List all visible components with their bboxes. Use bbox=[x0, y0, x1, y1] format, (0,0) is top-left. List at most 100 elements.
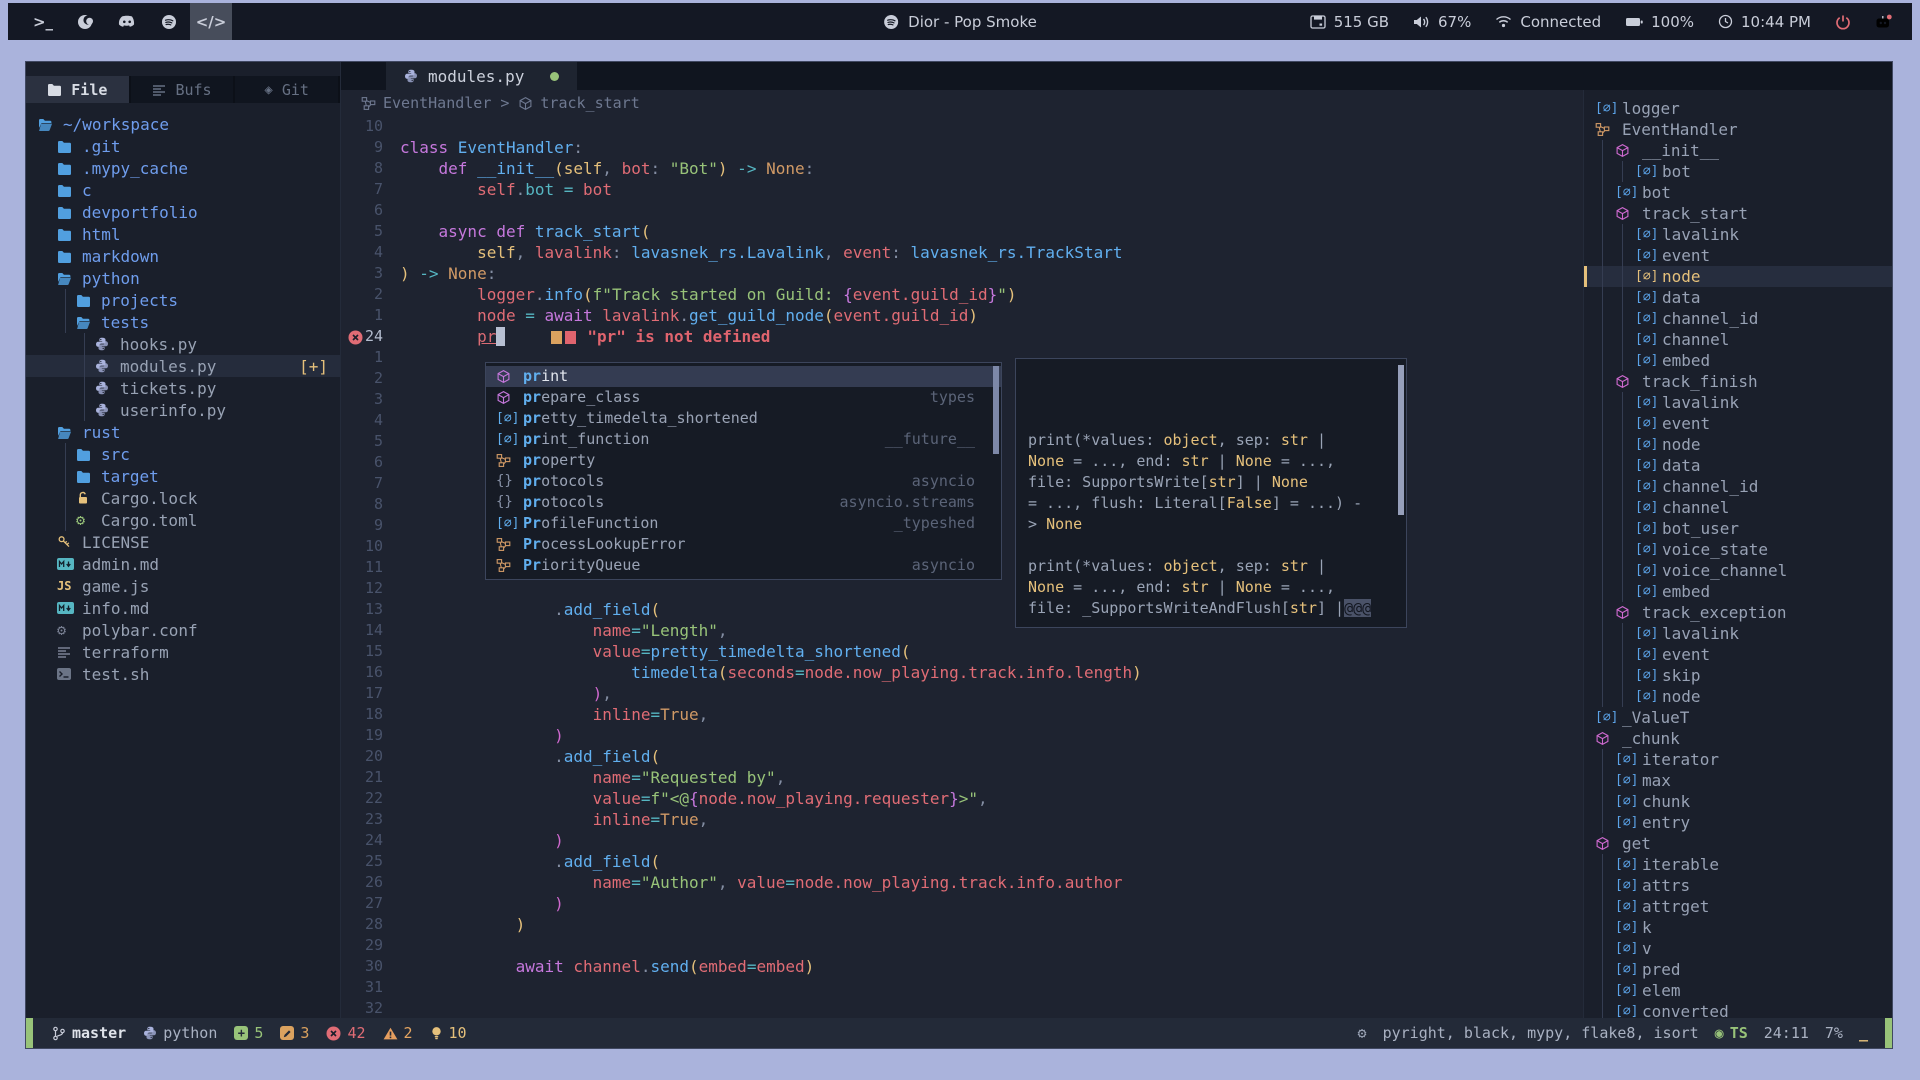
completion-item-protocols[interactable]: {}protocolsasyncio bbox=[486, 471, 1001, 492]
code-line[interactable]: 22 value=f"<@{node.now_playing.requester… bbox=[341, 788, 1583, 809]
code-line[interactable]: 21 name="Requested by", bbox=[341, 767, 1583, 788]
code-line[interactable]: 15 value=pretty_timedelta_shortened( bbox=[341, 641, 1583, 662]
symbol-item-EventHandler[interactable]: EventHandler bbox=[1584, 119, 1892, 140]
symbol-item-logger[interactable]: [⌀]logger bbox=[1584, 98, 1892, 119]
completion-item-protocols[interactable]: {}protocolsasyncio.streams bbox=[486, 492, 1001, 513]
symbol-item-event[interactable]: [⌀]event bbox=[1584, 245, 1892, 266]
tab-modules-py[interactable]: modules.py bbox=[386, 62, 577, 90]
completion-item-ProcessLookupError[interactable]: ProcessLookupError bbox=[486, 534, 1001, 555]
symbol-item-get[interactable]: get bbox=[1584, 833, 1892, 854]
moon-icon[interactable] bbox=[64, 3, 106, 40]
symbol-item-channel[interactable]: [⌀]channel bbox=[1584, 329, 1892, 350]
diagnostic-hints[interactable]: 10 bbox=[430, 1024, 467, 1042]
cursor-line[interactable]: 24 pr"pr" is not defined bbox=[341, 326, 1583, 347]
symbol-item-pred[interactable]: [⌀]pred bbox=[1584, 959, 1892, 980]
symbol-item-v[interactable]: [⌀]v bbox=[1584, 938, 1892, 959]
symbol-item-converted[interactable]: [⌀]converted bbox=[1584, 1001, 1892, 1018]
code-line[interactable]: 4 self, lavalink: lavasnek_rs.Lavalink, … bbox=[341, 242, 1583, 263]
symbol-item-embed[interactable]: [⌀]embed bbox=[1584, 350, 1892, 371]
symbol-item-iterator[interactable]: [⌀]iterator bbox=[1584, 749, 1892, 770]
tree-item-target[interactable]: target bbox=[26, 465, 340, 487]
git-modified[interactable]: 3 bbox=[280, 1024, 309, 1042]
symbol-item-skip[interactable]: [⌀]skip bbox=[1584, 665, 1892, 686]
code-line[interactable]: 27 ) bbox=[341, 893, 1583, 914]
symbol-item-bot_user[interactable]: [⌀]bot_user bbox=[1584, 518, 1892, 539]
code-line[interactable]: 6 bbox=[341, 200, 1583, 221]
tree-item-tests[interactable]: tests bbox=[26, 311, 340, 333]
tree-item-src[interactable]: src bbox=[26, 443, 340, 465]
symbol-item-node[interactable]: [⌀]node bbox=[1584, 266, 1892, 287]
breadcrumb-item-EventHandler[interactable]: EventHandler bbox=[361, 94, 491, 112]
symbol-item-channel_id[interactable]: [⌀]channel_id bbox=[1584, 308, 1892, 329]
completion-item-property[interactable]: property bbox=[486, 450, 1001, 471]
tree-item-python[interactable]: python bbox=[26, 267, 340, 289]
symbol-item-node[interactable]: [⌀]node bbox=[1584, 686, 1892, 707]
symbol-item-bot[interactable]: [⌀]bot bbox=[1584, 161, 1892, 182]
tree-item-devportfolio[interactable]: devportfolio bbox=[26, 201, 340, 223]
tree-item-.git[interactable]: .git bbox=[26, 135, 340, 157]
symbol-item-__init__[interactable]: __init__ bbox=[1584, 140, 1892, 161]
symbol-item-attrget[interactable]: [⌀]attrget bbox=[1584, 896, 1892, 917]
tree-item-Cargo.lock[interactable]: Cargo.lock bbox=[26, 487, 340, 509]
code-line[interactable]: 17 ), bbox=[341, 683, 1583, 704]
completion-item-pretty_timedelta_shortened[interactable]: [⌀]pretty_timedelta_shortened bbox=[486, 408, 1001, 429]
tree-item-hooks.py[interactable]: hooks.py bbox=[26, 333, 340, 355]
tree-item-rust[interactable]: rust bbox=[26, 421, 340, 443]
git-branch[interactable]: master bbox=[52, 1024, 126, 1042]
code-line[interactable]: 31 bbox=[341, 977, 1583, 998]
symbol-item-iterable[interactable]: [⌀]iterable bbox=[1584, 854, 1892, 875]
completion-item-prepare_class[interactable]: prepare_classtypes bbox=[486, 387, 1001, 408]
tree-item-tickets.py[interactable]: tickets.py bbox=[26, 377, 340, 399]
symbol-item-entry[interactable]: [⌀]entry bbox=[1584, 812, 1892, 833]
symbol-item-data[interactable]: [⌀]data bbox=[1584, 455, 1892, 476]
symbol-item-event[interactable]: [⌀]event bbox=[1584, 644, 1892, 665]
code-line[interactable]: 2 logger.info(f"Track started on Guild: … bbox=[341, 284, 1583, 305]
tree-item-modules.py[interactable]: modules.py[+] bbox=[26, 355, 340, 377]
code-line[interactable]: 29 bbox=[341, 935, 1583, 956]
symbol-item-channel_id[interactable]: [⌀]channel_id bbox=[1584, 476, 1892, 497]
code-line[interactable]: 28 ) bbox=[341, 914, 1583, 935]
tree-item-userinfo.py[interactable]: userinfo.py bbox=[26, 399, 340, 421]
symbol-item-track_start[interactable]: track_start bbox=[1584, 203, 1892, 224]
tree-item-admin.md[interactable]: admin.md bbox=[26, 553, 340, 575]
tree-item-markdown[interactable]: markdown bbox=[26, 245, 340, 267]
symbol-item-_chunk[interactable]: _chunk bbox=[1584, 728, 1892, 749]
tree-item-polybar.conf[interactable]: ⚙polybar.conf bbox=[26, 619, 340, 641]
popup-scrollbar[interactable] bbox=[993, 366, 999, 454]
git-added[interactable]: + 5 bbox=[234, 1024, 263, 1042]
completion-item-print[interactable]: print bbox=[486, 366, 1001, 387]
doc-scrollbar[interactable] bbox=[1398, 365, 1404, 515]
symbol-item-channel[interactable]: [⌀]channel bbox=[1584, 497, 1892, 518]
diagnostic-warnings[interactable]: 2 bbox=[383, 1024, 413, 1042]
tree-item--workspace[interactable]: ~/workspace bbox=[26, 113, 340, 135]
tree-item-game.js[interactable]: JSgame.js bbox=[26, 575, 340, 597]
tree-item-c[interactable]: c bbox=[26, 179, 340, 201]
code-line[interactable]: 25 .add_field( bbox=[341, 851, 1583, 872]
tree-item-html[interactable]: html bbox=[26, 223, 340, 245]
diagnostic-errors[interactable]: 42 bbox=[326, 1024, 365, 1042]
tree-item-LICENSE[interactable]: LICENSE bbox=[26, 531, 340, 553]
code-line[interactable]: 24 ) bbox=[341, 830, 1583, 851]
symbol-item-attrs[interactable]: [⌀]attrs bbox=[1584, 875, 1892, 896]
symbol-item-embed[interactable]: [⌀]embed bbox=[1584, 581, 1892, 602]
code-icon[interactable]: </> bbox=[190, 3, 232, 40]
tree-item-terraform[interactable]: terraform bbox=[26, 641, 340, 663]
tree-item-projects[interactable]: projects bbox=[26, 289, 340, 311]
symbol-item-lavalink[interactable]: [⌀]lavalink bbox=[1584, 623, 1892, 644]
completion-item-print_function[interactable]: [⌀]print_function__future__ bbox=[486, 429, 1001, 450]
symbol-item-lavalink[interactable]: [⌀]lavalink bbox=[1584, 392, 1892, 413]
code-line[interactable]: 16 timedelta(seconds=node.now_playing.tr… bbox=[341, 662, 1583, 683]
symbol-item-track_finish[interactable]: track_finish bbox=[1584, 371, 1892, 392]
code-line[interactable]: 10 bbox=[341, 116, 1583, 137]
code-line[interactable]: 26 name="Author", value=node.now_playing… bbox=[341, 872, 1583, 893]
notification-tray[interactable] bbox=[1875, 14, 1892, 29]
code-line[interactable]: 30 await channel.send(embed=embed) bbox=[341, 956, 1583, 977]
code-line[interactable]: 20 .add_field( bbox=[341, 746, 1583, 767]
symbol-item-elem[interactable]: [⌀]elem bbox=[1584, 980, 1892, 1001]
symbol-item-lavalink[interactable]: [⌀]lavalink bbox=[1584, 224, 1892, 245]
code-line[interactable]: 19 ) bbox=[341, 725, 1583, 746]
symbol-item-voice_state[interactable]: [⌀]voice_state bbox=[1584, 539, 1892, 560]
code-line[interactable]: 9class EventHandler: bbox=[341, 137, 1583, 158]
code-line[interactable]: 5 async def track_start( bbox=[341, 221, 1583, 242]
tree-item-test.sh[interactable]: test.sh bbox=[26, 663, 340, 685]
